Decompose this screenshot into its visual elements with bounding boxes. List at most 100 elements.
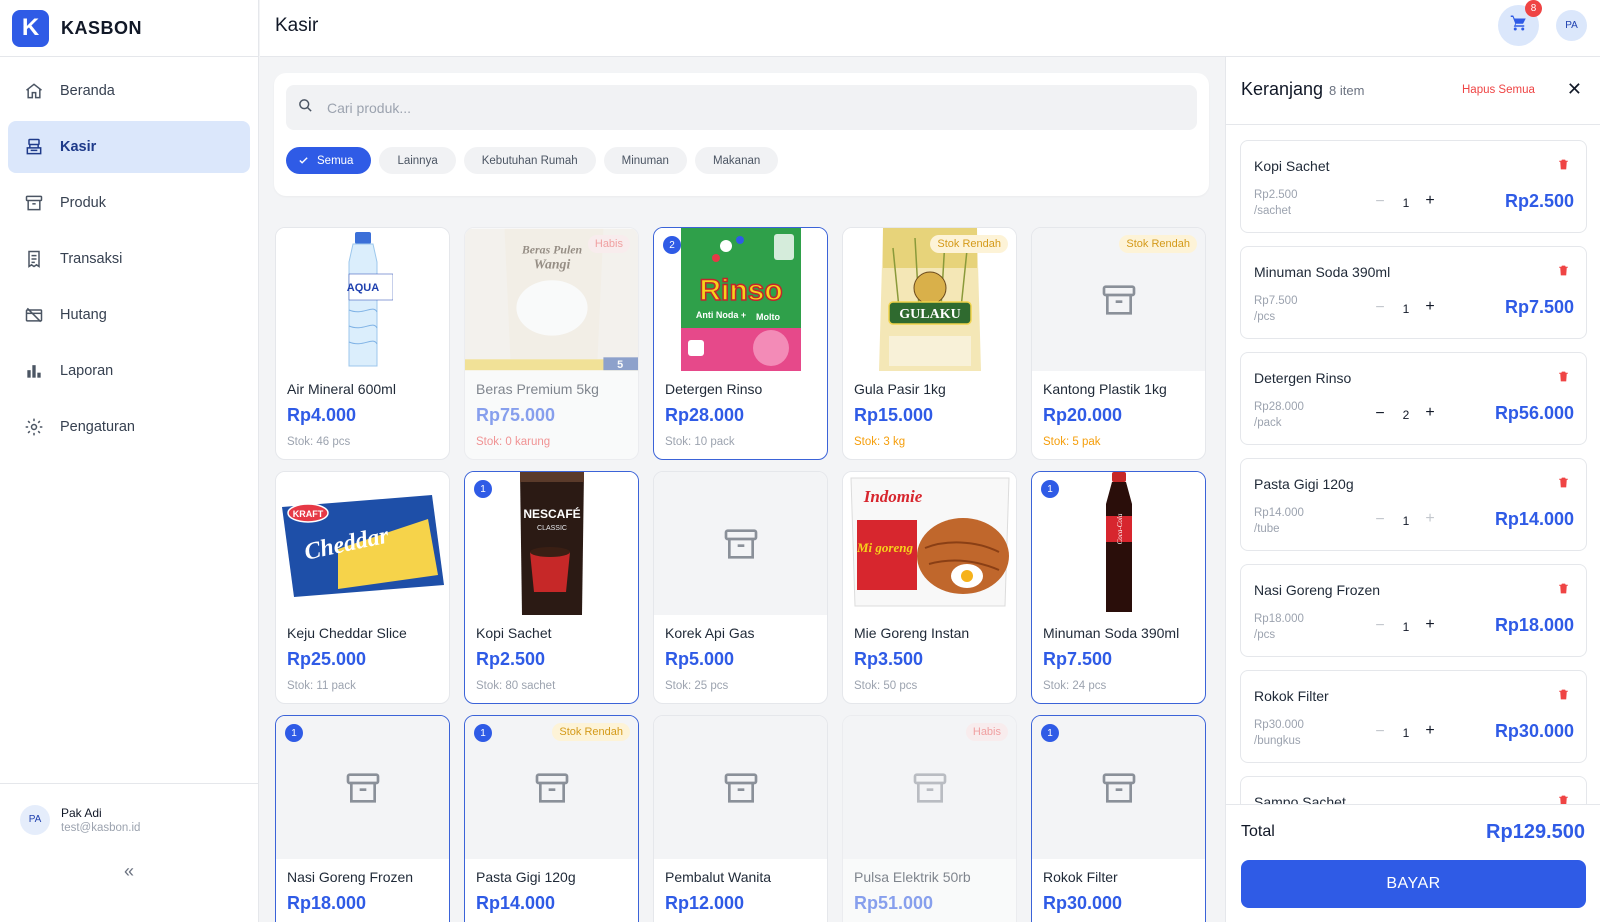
product-price: Rp3.500	[854, 649, 924, 669]
decrease-qty-button[interactable]: −	[1373, 617, 1387, 635]
gear-icon	[24, 417, 44, 437]
trash-icon[interactable]	[1557, 794, 1570, 804]
product-price: Rp12.000	[665, 893, 745, 913]
coffee-sub-label: CLASSIC	[537, 525, 567, 532]
cart-item-unit: /sachet	[1254, 205, 1292, 217]
collapse-sidebar-button[interactable]: «	[0, 861, 258, 882]
clear-all-button[interactable]: Hapus Semua	[1462, 84, 1535, 96]
product-card[interactable]: AQUA Air Mineral 600ml Rp4.000 Stok: 46 …	[275, 227, 450, 460]
sidebar-item-label: Laporan	[60, 363, 114, 379]
cart-button[interactable]: 8	[1498, 0, 1542, 46]
sidebar-item-laporan[interactable]: Laporan	[8, 345, 250, 397]
product-stock: Stok: 80 sachet	[476, 680, 556, 692]
product-price: Rp4.000	[287, 405, 357, 425]
product-image: NESCAFÉ CLASSIC	[465, 472, 638, 615]
sidebar-item-label: Transaksi	[60, 251, 123, 267]
product-info: Kopi Sachet Rp2.500 Stok: 80 sachet	[465, 615, 638, 692]
trash-icon[interactable]	[1557, 688, 1570, 706]
product-image	[276, 716, 449, 859]
category-chip-makanan[interactable]: Makanan	[694, 147, 779, 174]
product-name: Kantong Plastik 1kg	[1043, 381, 1167, 397]
sidebar-user[interactable]: PA Pak Adi test@kasbon.id	[0, 783, 258, 855]
pay-button[interactable]: BAYAR	[1241, 860, 1586, 908]
sidebar-item-hutang[interactable]: Hutang	[8, 289, 250, 341]
water-label: AQUA	[346, 282, 378, 294]
product-card[interactable]: Habis Beras Pulen Wangi 5 Beras Premium …	[464, 227, 639, 460]
coffee-brand-label: NESCAFÉ	[523, 506, 580, 521]
header-avatar[interactable]: PA	[1556, 10, 1587, 41]
cart-item-qty: 1	[1402, 726, 1410, 740]
noodle-image: Indomie Mi goreng	[849, 477, 1010, 607]
decrease-qty-button[interactable]: −	[1373, 511, 1387, 529]
cart-item-name: Sampo Sachet	[1254, 794, 1346, 804]
product-card[interactable]: 1 Coca-Cola Minuman Soda 390ml Rp7.500 S…	[1031, 471, 1206, 704]
decrease-qty-button[interactable]: −	[1373, 193, 1387, 211]
sidebar-item-transaksi[interactable]: Transaksi	[8, 233, 250, 285]
trash-icon[interactable]	[1557, 370, 1570, 388]
increase-qty-button[interactable]: +	[1423, 404, 1437, 422]
soda-brand-label: Coca-Cola	[1116, 513, 1124, 544]
product-info: Mie Goreng Instan Rp3.500 Stok: 50 pcs	[843, 615, 1016, 692]
category-chip-minuman[interactable]: Minuman	[603, 147, 687, 174]
sidebar-item-pengaturan[interactable]: Pengaturan	[8, 401, 250, 453]
product-price: Rp7.500	[1043, 649, 1113, 669]
product-name: Rokok Filter	[1043, 869, 1118, 885]
cart-item-name: Nasi Goreng Frozen	[1254, 582, 1381, 598]
product-info: Pembalut Wanita Rp12.000	[654, 859, 827, 919]
cheese-brand-label: KRAFT	[292, 509, 323, 519]
sugar-brand-label: GULAKU	[899, 307, 960, 322]
product-card[interactable]: Korek Api Gas Rp5.000 Stok: 25 pcs	[653, 471, 828, 704]
trash-icon[interactable]	[1557, 582, 1570, 600]
trash-icon[interactable]	[1557, 476, 1570, 494]
product-card[interactable]: Stok Rendah GULAKU Gula Pasir 1kg Rp15.0…	[842, 227, 1017, 460]
product-card[interactable]: Pembalut Wanita Rp12.000	[653, 715, 828, 922]
category-chip-semua[interactable]: Semua	[286, 147, 372, 174]
product-card[interactable]: 1 Stok Rendah Pasta Gigi 120g Rp14.000	[464, 715, 639, 922]
cart-item-qty: 1	[1402, 620, 1410, 634]
decrease-qty-button[interactable]: −	[1373, 723, 1387, 741]
detergent-image: Rinso Anti Noda + Molto	[680, 228, 801, 371]
home-icon	[24, 81, 44, 101]
product-card[interactable]: 1 Nasi Goreng Frozen Rp18.000	[275, 715, 450, 922]
product-stock: Stok: 11 pack	[287, 680, 356, 692]
cart-item: Kopi Sachet Rp2.500 /sachet − 1 + Rp2.50…	[1240, 140, 1587, 233]
water-bottle-image: AQUA	[346, 231, 393, 366]
product-card[interactable]: 1 Rokok Filter Rp30.000	[1031, 715, 1206, 922]
product-stock: Stok: 5 pak	[1043, 436, 1101, 448]
increase-qty-button[interactable]: +	[1423, 510, 1437, 528]
close-icon[interactable]: ✕	[1567, 79, 1582, 100]
product-price: Rp30.000	[1043, 893, 1123, 913]
cart-item-total: Rp56.000	[1494, 403, 1574, 423]
product-card[interactable]: KRAFT Cheddar Keju Cheddar Slice Rp25.00…	[275, 471, 450, 704]
sidebar-item-produk[interactable]: Produk	[8, 177, 250, 229]
decrease-qty-button[interactable]: −	[1373, 299, 1387, 317]
product-image	[1032, 716, 1205, 859]
rice-label-2: Wangi	[534, 256, 571, 271]
product-info: Nasi Goreng Frozen Rp18.000	[276, 859, 449, 919]
search-input[interactable]	[327, 99, 1187, 116]
image-placeholder-icon	[535, 772, 568, 803]
category-chip-lainnya[interactable]: Lainnya	[379, 147, 456, 174]
cart-item-qty: 1	[1402, 302, 1410, 316]
product-card[interactable]: Stok Rendah Kantong Plastik 1kg Rp20.000…	[1031, 227, 1206, 460]
cart-item-name: Rokok Filter	[1254, 688, 1329, 704]
cart-item: Nasi Goreng Frozen Rp18.000 /pcs − 1 + R…	[1240, 564, 1587, 657]
product-image: AQUA	[276, 228, 449, 371]
category-filters: Semua Lainnya Kebutuhan Rumah Minuman Ma…	[286, 147, 779, 174]
product-card[interactable]: 1 NESCAFÉ CLASSIC Kopi Sachet Rp2.500 St…	[464, 471, 639, 704]
product-info: Kantong Plastik 1kg Rp20.000 Stok: 5 pak	[1032, 371, 1205, 448]
category-chip-kebutuhan-rumah[interactable]: Kebutuhan Rumah	[463, 147, 596, 174]
trash-icon[interactable]	[1557, 264, 1570, 282]
product-card[interactable]: Habis Pulsa Elektrik 50rb Rp51.000	[842, 715, 1017, 922]
increase-qty-button[interactable]: +	[1423, 192, 1437, 210]
increase-qty-button[interactable]: +	[1423, 616, 1437, 634]
sidebar-item-kasir[interactable]: Kasir	[8, 121, 250, 173]
sidebar-item-beranda[interactable]: Beranda	[8, 65, 250, 117]
product-price: Rp5.000	[665, 649, 735, 669]
increase-qty-button[interactable]: +	[1423, 298, 1437, 316]
decrease-qty-button[interactable]: −	[1373, 405, 1387, 423]
trash-icon[interactable]	[1557, 158, 1570, 176]
increase-qty-button[interactable]: +	[1423, 722, 1437, 740]
product-card[interactable]: 2 Rinso Anti Noda + Molto Detergen Rinso…	[653, 227, 828, 460]
product-card[interactable]: Indomie Mi goreng Mie Goreng Instan Rp3.…	[842, 471, 1017, 704]
